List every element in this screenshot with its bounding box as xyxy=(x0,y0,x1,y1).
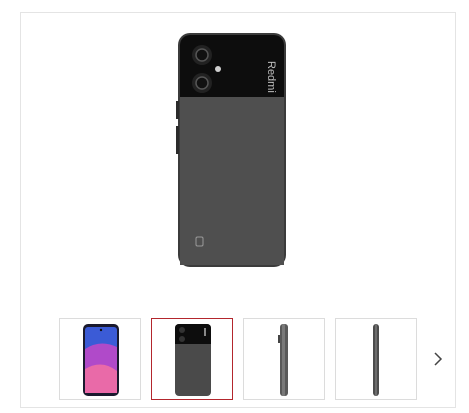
phone-side-image xyxy=(278,324,288,396)
chevron-right-icon xyxy=(434,352,443,366)
thumbnail-front[interactable] xyxy=(59,318,141,400)
main-product-image[interactable]: Redmi xyxy=(172,31,292,271)
phone-back-image xyxy=(175,324,211,396)
thumbnail-side-1[interactable] xyxy=(243,318,325,400)
next-thumbnail-button[interactable] xyxy=(428,348,448,370)
thumbnail-side-2[interactable] xyxy=(335,318,417,400)
phone-side-image xyxy=(373,324,379,396)
phone-front-image xyxy=(83,324,119,396)
phone-back-image: Redmi xyxy=(176,33,286,267)
brand-label: Redmi xyxy=(265,61,277,93)
thumbnail-back[interactable] xyxy=(151,318,233,400)
thumbnail-strip xyxy=(59,318,439,402)
